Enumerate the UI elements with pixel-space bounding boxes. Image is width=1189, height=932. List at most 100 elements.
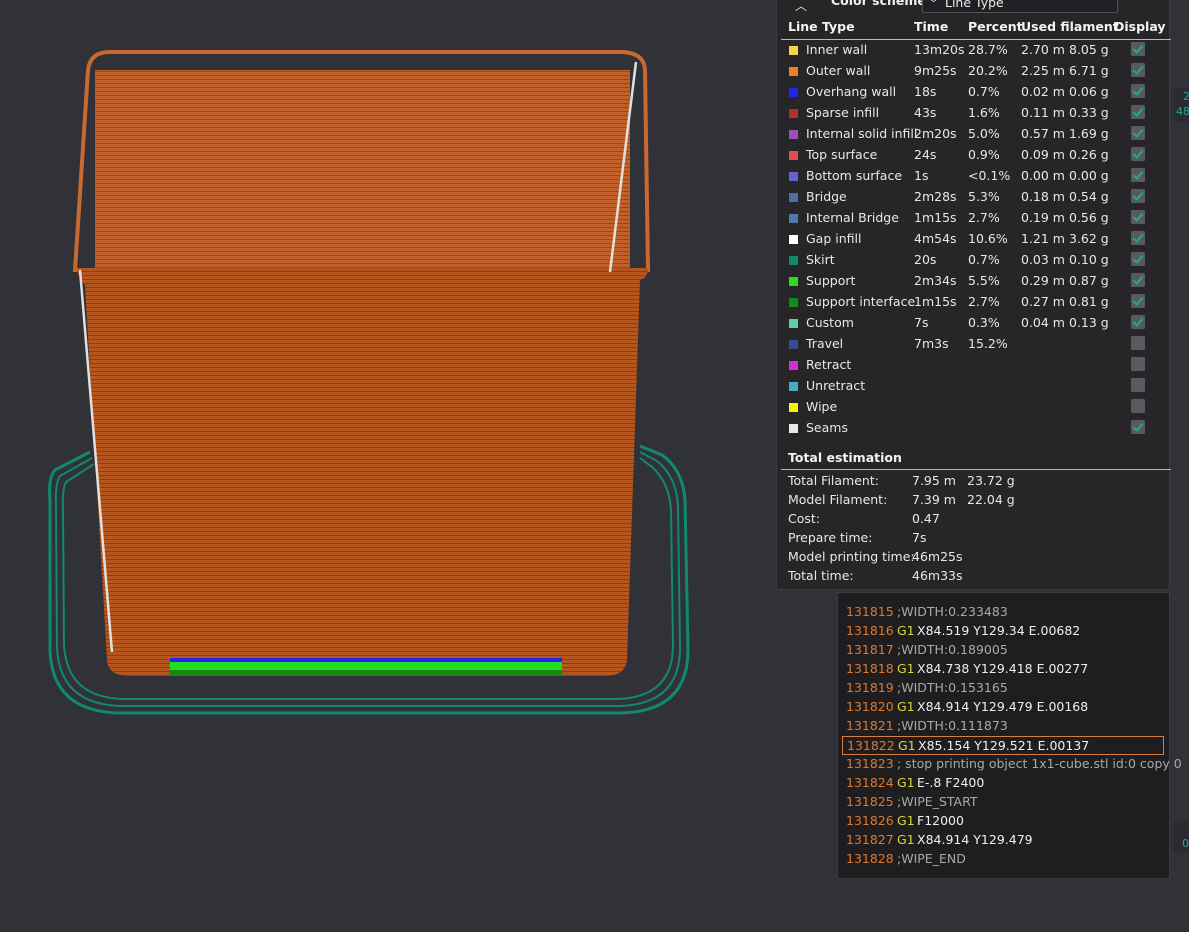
header-divider bbox=[781, 39, 1171, 40]
gcode-comment: ;WIDTH:0.111873 bbox=[897, 718, 1008, 733]
total-row: Total Filament: 7.95 m 23.72 g bbox=[777, 473, 1169, 492]
legend-row: Sparse infill 43s 1.6% 0.11 m 0.33 g bbox=[777, 105, 1169, 126]
line-percent: 5.3% bbox=[968, 189, 1000, 204]
gcode-line[interactable]: 131826 G1 F12000 bbox=[842, 812, 1164, 831]
gcode-line-number: 131817 bbox=[846, 642, 894, 657]
legend-row: Internal solid infill 2m20s 5.0% 0.57 m 1.69… bbox=[777, 126, 1169, 147]
line-length: 2.70 m bbox=[1021, 42, 1065, 57]
line-type-name: Travel bbox=[806, 336, 844, 351]
legend-row: Outer wall 9m25s 20.2% 2.25 m 6.71 g bbox=[777, 63, 1169, 84]
line-time: 7m3s bbox=[914, 336, 949, 351]
header-display: Display bbox=[1114, 19, 1166, 34]
color-swatch bbox=[789, 256, 798, 265]
display-checkbox[interactable] bbox=[1131, 378, 1145, 392]
line-percent: 28.7% bbox=[968, 42, 1008, 57]
line-type-name: Bottom surface bbox=[806, 168, 903, 183]
line-percent: 0.3% bbox=[968, 315, 1000, 330]
display-checkbox[interactable] bbox=[1131, 231, 1145, 245]
gcode-line[interactable]: 131824 G1 E-.8 F2400 bbox=[842, 774, 1164, 793]
line-time: 1m15s bbox=[914, 210, 957, 225]
display-checkbox[interactable] bbox=[1131, 63, 1145, 77]
display-checkbox[interactable] bbox=[1131, 105, 1145, 119]
line-time: 9m25s bbox=[914, 63, 957, 78]
display-checkbox[interactable] bbox=[1131, 294, 1145, 308]
gcode-line[interactable]: 131820 G1 X84.914 Y129.479 E.00168 bbox=[842, 698, 1164, 717]
display-checkbox[interactable] bbox=[1131, 147, 1145, 161]
gcode-line-number: 131818 bbox=[846, 661, 894, 676]
gcode-comment: ;WIDTH:0.153165 bbox=[897, 680, 1008, 695]
color-scheme-select[interactable]: ﹀ Line Type bbox=[922, 0, 1118, 13]
line-percent: 1.6% bbox=[968, 105, 1000, 120]
line-length: 0.09 m bbox=[1021, 147, 1065, 162]
gcode-comment: ;WIDTH:0.233483 bbox=[897, 604, 1008, 619]
gcode-line[interactable]: 131818 G1 X84.738 Y129.418 E.00277 bbox=[842, 660, 1164, 679]
line-weight: 1.69 g bbox=[1069, 126, 1109, 141]
gcode-line[interactable]: 131819 ;WIDTH:0.153165 bbox=[842, 679, 1164, 698]
gcode-line[interactable]: 131823; stop printing object 1x1-cube.st… bbox=[842, 755, 1182, 774]
header-used-filament: Used filament bbox=[1021, 19, 1119, 34]
gcode-args: F12000 bbox=[917, 813, 964, 828]
color-swatch bbox=[789, 46, 798, 55]
display-checkbox[interactable] bbox=[1131, 336, 1145, 350]
line-percent: 0.7% bbox=[968, 252, 1000, 267]
line-weight: 0.13 g bbox=[1069, 315, 1109, 330]
line-weight: 8.05 g bbox=[1069, 42, 1109, 57]
legend-row: Retract bbox=[777, 357, 1169, 378]
display-checkbox[interactable] bbox=[1131, 420, 1145, 434]
display-checkbox[interactable] bbox=[1131, 399, 1145, 413]
line-percent: 10.6% bbox=[968, 231, 1008, 246]
legend-row: Custom 7s 0.3% 0.04 m 0.13 g bbox=[777, 315, 1169, 336]
legend-row: Unretract bbox=[777, 378, 1169, 399]
display-checkbox[interactable] bbox=[1131, 42, 1145, 56]
gcode-viewer[interactable]: 131815 ;WIDTH:0.233483 131816 G1 X84.519 Y12… bbox=[837, 592, 1182, 879]
gcode-line-number: 131819 bbox=[846, 680, 894, 695]
gcode-args: X84.914 Y129.479 bbox=[917, 832, 1033, 847]
gcode-command: G1 bbox=[897, 699, 915, 714]
display-checkbox[interactable] bbox=[1131, 210, 1145, 224]
layer-slider-label[interactable]: 2 48 bbox=[1173, 88, 1189, 122]
display-checkbox[interactable] bbox=[1131, 315, 1145, 329]
display-checkbox[interactable] bbox=[1131, 189, 1145, 203]
line-length: 0.03 m bbox=[1021, 252, 1065, 267]
gcode-line[interactable]: 131817 ;WIDTH:0.189005 bbox=[842, 641, 1164, 660]
display-checkbox[interactable] bbox=[1131, 126, 1145, 140]
total-row: Total time: 46m33s bbox=[777, 568, 1169, 587]
total-label: Model Filament: bbox=[788, 492, 888, 507]
color-swatch bbox=[789, 214, 798, 223]
display-checkbox[interactable] bbox=[1131, 252, 1145, 266]
line-length: 0.57 m bbox=[1021, 126, 1065, 141]
gcode-line[interactable]: 131816 G1 X84.519 Y129.34 E.00682 bbox=[842, 622, 1164, 641]
collapse-icon[interactable]: ︿ bbox=[795, 0, 807, 14]
gcode-line-selected[interactable]: 131822 G1 X85.154 Y129.521 E.00137 bbox=[842, 736, 1164, 755]
total-value: 46m33s bbox=[912, 568, 963, 583]
display-checkbox[interactable] bbox=[1131, 357, 1145, 371]
move-slider-label[interactable]: 0 bbox=[1173, 821, 1189, 853]
display-checkbox[interactable] bbox=[1131, 273, 1145, 287]
model-inner-wall bbox=[95, 70, 630, 268]
line-percent: 0.9% bbox=[968, 147, 1000, 162]
total-value: 7.95 m bbox=[912, 473, 956, 488]
color-swatch bbox=[789, 298, 798, 307]
line-weight: 0.81 g bbox=[1069, 294, 1109, 309]
display-checkbox[interactable] bbox=[1131, 168, 1145, 182]
line-percent: 2.7% bbox=[968, 210, 1000, 225]
line-type-name: Unretract bbox=[806, 378, 866, 393]
gcode-line[interactable]: 131821 ;WIDTH:0.111873 bbox=[842, 717, 1164, 736]
gcode-line-number: 131826 bbox=[846, 813, 894, 828]
gcode-line-number: 131823 bbox=[846, 756, 894, 771]
display-checkbox[interactable] bbox=[1131, 84, 1145, 98]
gcode-args: X85.154 Y129.521 E.00137 bbox=[918, 738, 1090, 753]
line-weight: 0.26 g bbox=[1069, 147, 1109, 162]
line-time: 1m15s bbox=[914, 294, 957, 309]
gcode-line[interactable]: 131825 ;WIPE_START bbox=[842, 793, 1164, 812]
line-type-name: Custom bbox=[806, 315, 854, 330]
gcode-line[interactable]: 131815 ;WIDTH:0.233483 bbox=[842, 603, 1164, 622]
line-time: 7s bbox=[914, 315, 929, 330]
line-weight: 6.71 g bbox=[1069, 63, 1109, 78]
gcode-line[interactable]: 131828 ;WIPE_END bbox=[842, 850, 1164, 869]
color-swatch bbox=[789, 130, 798, 139]
gcode-line[interactable]: 131827 G1 X84.914 Y129.479 bbox=[842, 831, 1164, 850]
total-value: 46m25s bbox=[912, 549, 963, 564]
color-swatch bbox=[789, 382, 798, 391]
header-line-type: Line Type bbox=[788, 19, 855, 34]
